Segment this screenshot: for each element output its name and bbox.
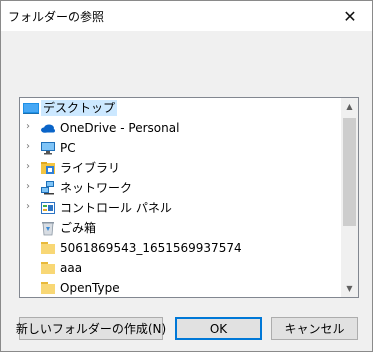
new-folder-button[interactable]: 新しいフォルダーの作成(N) <box>16 317 166 340</box>
tree-item-network[interactable]: › ネットワーク <box>20 178 338 198</box>
folder-tree[interactable]: デスクトップ › OneDrive - Personal › PC › ライブラ… <box>19 97 359 298</box>
expand-chevron-icon[interactable]: › <box>23 202 33 212</box>
control-panel-icon <box>41 202 55 214</box>
expand-chevron-icon[interactable]: › <box>23 142 33 152</box>
close-icon: ✕ <box>343 6 357 26</box>
tree-item-control-panel[interactable]: › コントロール パネル <box>20 198 338 218</box>
tree-item-folder-opentype[interactable]: OpenType <box>20 278 338 297</box>
scrollbar-thumb[interactable] <box>343 118 356 226</box>
onedrive-cloud-icon <box>41 124 55 133</box>
network-icon <box>41 181 54 195</box>
library-icon <box>41 162 55 174</box>
close-button[interactable]: ✕ <box>328 1 372 31</box>
tree-item-label: aaa <box>60 261 83 275</box>
tree-item-label: OpenType <box>60 281 120 295</box>
dialog-title: フォルダーの参照 <box>8 10 105 24</box>
tree-item-pc[interactable]: › PC <box>20 138 338 158</box>
scroll-down-arrow-icon: ▼ <box>346 284 353 293</box>
tree-item-desktop[interactable]: デスクトップ <box>20 98 338 118</box>
tree-item-label: ごみ箱 <box>60 221 97 235</box>
browse-folder-dialog: フォルダーの参照 ✕ デスクトップ › OneDrive - Personal … <box>0 0 373 352</box>
recycle-bin-icon <box>42 222 54 236</box>
tree-item-folder-aaa[interactable]: aaa <box>20 258 338 278</box>
pc-monitor-icon <box>41 142 55 155</box>
scroll-up-arrow-icon: ▲ <box>346 102 353 111</box>
tree-item-label: 5061869543_1651569937574 <box>60 241 242 255</box>
tree-item-recycle-bin[interactable]: ごみ箱 <box>20 218 338 238</box>
expand-chevron-icon[interactable]: › <box>23 162 33 172</box>
folder-icon <box>41 242 55 254</box>
folder-tree-rows: デスクトップ › OneDrive - Personal › PC › ライブラ… <box>20 98 338 297</box>
tree-item-label: デスクトップ <box>41 100 118 116</box>
expand-chevron-icon[interactable]: › <box>23 122 33 132</box>
title-bar: フォルダーの参照 ✕ <box>1 1 372 31</box>
vertical-scrollbar[interactable]: ▲ ▼ <box>341 98 358 297</box>
tree-item-label: コントロール パネル <box>60 201 172 215</box>
tree-item-label: OneDrive - Personal <box>60 121 180 135</box>
tree-item-label: ネットワーク <box>60 181 133 195</box>
scroll-down-button[interactable]: ▼ <box>341 280 358 297</box>
cancel-button[interactable]: キャンセル <box>271 317 358 340</box>
ok-button[interactable]: OK <box>175 317 262 340</box>
tree-item-library[interactable]: › ライブラリ <box>20 158 338 178</box>
scroll-up-button[interactable]: ▲ <box>341 98 358 115</box>
folder-icon <box>41 282 55 294</box>
tree-item-label: ライブラリ <box>60 161 121 175</box>
tree-item-label: PC <box>60 141 76 155</box>
desktop-icon <box>23 103 39 114</box>
tree-item-onedrive[interactable]: › OneDrive - Personal <box>20 118 338 138</box>
expand-chevron-icon[interactable]: › <box>23 182 33 192</box>
tree-item-folder-5061869543[interactable]: 5061869543_1651569937574 <box>20 238 338 258</box>
folder-icon <box>41 262 55 274</box>
